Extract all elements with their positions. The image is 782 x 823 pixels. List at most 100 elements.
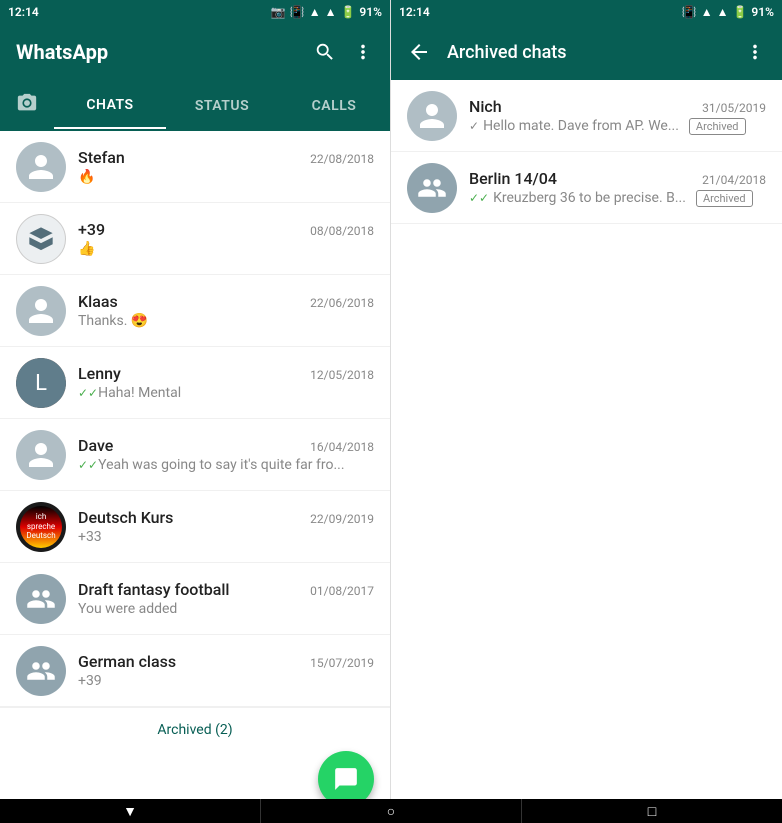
chat-name-stefan: Stefan: [78, 148, 125, 167]
back-icon: [407, 40, 431, 64]
archived-label: Archived (2): [157, 722, 232, 738]
archived-title: Archived chats: [447, 42, 728, 63]
archived-chat-preview-berlin: ✓✓ Kreuzberg 36 to be precise. B... Arch…: [469, 190, 766, 207]
nav-home[interactable]: ○: [260, 799, 522, 823]
avatar-klaas: [16, 286, 66, 336]
chat-item-plus39[interactable]: +39 08/08/2018 👍: [0, 203, 390, 275]
chat-content-draft-fantasy: Draft fantasy football 01/08/2017 You we…: [78, 580, 374, 617]
archived-more-icon: [744, 41, 766, 63]
right-battery-text: 91%: [751, 5, 774, 19]
compose-icon: [333, 766, 359, 792]
chat-name-german-class: German class: [78, 652, 176, 671]
avatar-draft-fantasy: [16, 574, 66, 624]
camera-status-icon: 📷: [271, 5, 286, 19]
search-button[interactable]: [314, 41, 336, 63]
archived-chat-name-berlin: Berlin 14/04: [469, 169, 557, 188]
wifi-icon: ▲: [325, 5, 337, 19]
nav-recent[interactable]: □: [522, 799, 782, 823]
tab-chats[interactable]: CHATS: [54, 83, 166, 129]
left-status-icons: 📷 📳 ▲ ▲ 🔋 91%: [271, 5, 382, 19]
right-time: 12:14: [399, 5, 430, 19]
chat-date-dave: 16/04/2018: [310, 440, 374, 454]
chat-content-plus39: +39 08/08/2018 👍: [78, 220, 374, 257]
right-status-icons: 📳 ▲ ▲ 🔋 91%: [682, 5, 774, 19]
chat-date-deutsch-kurs: 22/09/2019: [310, 512, 374, 526]
chat-content-dave: Dave 16/04/2018 ✓✓Yeah was going to say …: [78, 436, 374, 473]
chat-content-stefan: Stefan 22/08/2018 🔥: [78, 148, 374, 185]
chat-content-lenny: Lenny 12/05/2018 ✓✓Haha! Mental: [78, 364, 374, 401]
more-vert-icon: [352, 41, 374, 63]
chat-date-german-class: 15/07/2019: [310, 656, 374, 670]
archived-chat-date-nich: 31/05/2019: [702, 101, 766, 115]
right-panel: 12:14 📳 ▲ ▲ 🔋 91% Archived chats: [391, 0, 782, 823]
left-status-bar: 12:14 📷 📳 ▲ ▲ 🔋 91%: [0, 0, 390, 24]
avatar-dave: [16, 430, 66, 480]
right-signal-icon: ▲: [701, 5, 713, 19]
battery-icon: 🔋: [340, 5, 355, 19]
chat-item-deutsch-kurs[interactable]: ichsprecheDeutsch Deutsch Kurs 22/09/201…: [0, 491, 390, 563]
archived-chat-date-berlin: 21/04/2018: [702, 173, 766, 187]
camera-tab[interactable]: [0, 80, 54, 131]
tab-status[interactable]: STATUS: [166, 84, 278, 128]
chat-content-klaas: Klaas 22/06/2018 Thanks. 😍: [78, 292, 374, 329]
archived-chat-list: Nich 31/05/2019 ✓ Hello mate. Dave from …: [391, 80, 782, 823]
chat-name-plus39: +39: [78, 220, 105, 239]
chat-list: Stefan 22/08/2018 🔥 +39 08/08/2018: [0, 131, 390, 823]
chat-item-lenny[interactable]: L Lenny 12/05/2018 ✓✓Haha! Mental: [0, 347, 390, 419]
archived-badge-nich: Archived: [689, 118, 746, 135]
search-icon: [314, 41, 336, 63]
right-vibrate-icon: 📳: [682, 5, 697, 19]
chat-item-german-class[interactable]: German class 15/07/2019 +39: [0, 635, 390, 707]
chat-date-draft-fantasy: 01/08/2017: [310, 584, 374, 598]
svg-text:L: L: [35, 371, 47, 396]
chat-name-deutsch-kurs: Deutsch Kurs: [78, 508, 173, 527]
chat-name-dave: Dave: [78, 436, 113, 455]
left-time: 12:14: [8, 5, 39, 19]
chat-item-klaas[interactable]: Klaas 22/06/2018 Thanks. 😍: [0, 275, 390, 347]
chat-preview-deutsch-kurs: +33: [78, 529, 374, 545]
left-app-bar: WhatsApp: [0, 24, 390, 80]
archived-chat-content-nich: Nich 31/05/2019 ✓ Hello mate. Dave from …: [469, 97, 766, 135]
right-wifi-icon: ▲: [717, 5, 729, 19]
avatar-berlin: [407, 163, 457, 213]
nav-back[interactable]: ▼: [0, 799, 260, 823]
chat-item-draft-fantasy[interactable]: Draft fantasy football 01/08/2017 You we…: [0, 563, 390, 635]
avatar-lenny: L: [16, 358, 66, 408]
tab-bar: CHATS STATUS CALLS: [0, 80, 390, 131]
archived-app-bar: Archived chats: [391, 24, 782, 80]
chat-name-draft-fantasy: Draft fantasy football: [78, 580, 229, 599]
archived-chat-item-nich[interactable]: Nich 31/05/2019 ✓ Hello mate. Dave from …: [391, 80, 782, 152]
archived-more-button[interactable]: [744, 41, 766, 63]
chat-content-deutsch-kurs: Deutsch Kurs 22/09/2019 +33: [78, 508, 374, 545]
chat-item-dave[interactable]: Dave 16/04/2018 ✓✓Yeah was going to say …: [0, 419, 390, 491]
chat-preview-stefan: 🔥: [78, 169, 374, 185]
chat-name-klaas: Klaas: [78, 292, 118, 311]
chat-preview-plus39: 👍: [78, 241, 374, 257]
chat-preview-german-class: +39: [78, 673, 374, 689]
chat-date-klaas: 22/06/2018: [310, 296, 374, 310]
app-bar-icons: [314, 41, 374, 63]
chat-preview-draft-fantasy: You were added: [78, 601, 374, 617]
archived-chat-content-berlin: Berlin 14/04 21/04/2018 ✓✓ Kreuzberg 36 …: [469, 169, 766, 207]
archived-footer[interactable]: Archived (2): [0, 707, 390, 752]
signal-icon: ▲: [309, 5, 321, 19]
archived-chat-item-berlin[interactable]: Berlin 14/04 21/04/2018 ✓✓ Kreuzberg 36 …: [391, 152, 782, 224]
back-button[interactable]: [407, 40, 431, 64]
tab-calls[interactable]: CALLS: [278, 84, 390, 128]
chat-date-stefan: 22/08/2018: [310, 152, 374, 166]
app-title: WhatsApp: [16, 40, 108, 64]
avatar-plus39: [16, 214, 66, 264]
chat-date-lenny: 12/05/2018: [310, 368, 374, 382]
chat-name-lenny: Lenny: [78, 364, 121, 383]
left-panel: 12:14 📷 📳 ▲ ▲ 🔋 91% WhatsApp: [0, 0, 391, 823]
vibrate-icon: 📳: [290, 5, 305, 19]
archived-badge-berlin: Archived: [696, 190, 753, 207]
avatar-stefan: [16, 142, 66, 192]
more-options-button[interactable]: [352, 41, 374, 63]
archived-chat-name-nich: Nich: [469, 97, 502, 116]
chat-item-stefan[interactable]: Stefan 22/08/2018 🔥: [0, 131, 390, 203]
left-battery: 91%: [359, 5, 382, 19]
camera-icon: [16, 92, 38, 114]
chat-date-plus39: 08/08/2018: [310, 224, 374, 238]
chat-preview-dave: ✓✓Yeah was going to say it's quite far f…: [78, 457, 374, 473]
